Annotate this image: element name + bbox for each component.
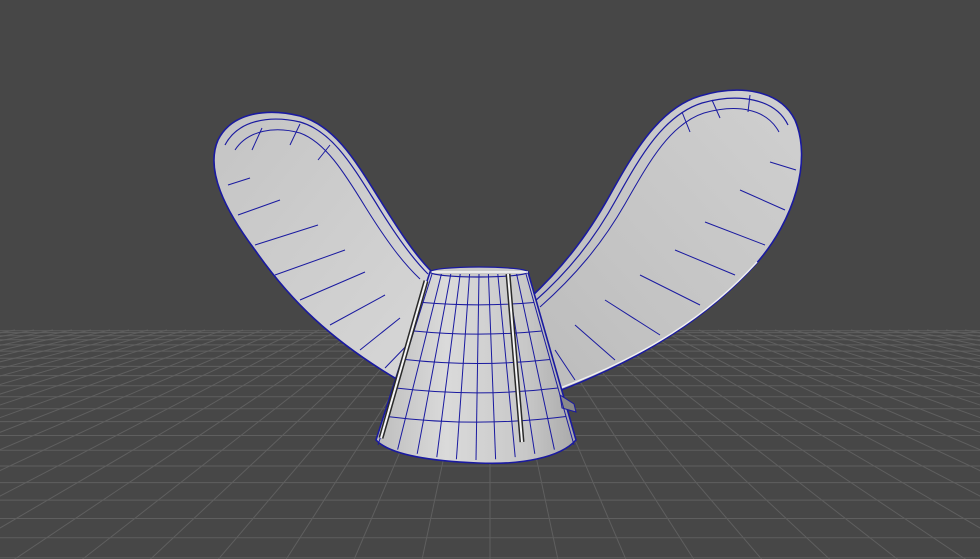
grid-line: [0, 329, 92, 351]
grid-line: [622, 329, 966, 559]
grid-line: [850, 329, 980, 363]
grid-line: [149, 329, 396, 559]
viewport-canvas[interactable]: [0, 0, 980, 559]
grid-line: [641, 329, 980, 529]
grid-line: [0, 329, 187, 385]
grid-line: [755, 329, 980, 406]
left-wing[interactable]: [213, 111, 433, 383]
maya-viewport[interactable]: [0, 0, 980, 559]
grid-line: [926, 329, 980, 342]
grid-line: [0, 329, 301, 472]
grid-line: [660, 329, 980, 497]
grid-line: [0, 329, 320, 497]
grid-line: [0, 329, 73, 346]
left-wing-surface: [213, 111, 433, 383]
grid-line: [907, 329, 980, 346]
grid-line: [888, 329, 980, 351]
grid-line: [81, 329, 377, 559]
grid-line: [0, 329, 225, 406]
wing-nut-mesh[interactable]: [213, 89, 803, 465]
grid-line: [0, 329, 149, 370]
grid-line: [0, 329, 339, 529]
grid-line: [679, 329, 980, 472]
grid-line: [14, 329, 358, 559]
grid-line: [603, 329, 899, 559]
grid-line: [0, 329, 130, 363]
grid-line: [717, 329, 980, 433]
grid-line: [0, 329, 54, 342]
grid-line: [0, 329, 263, 433]
grid-line: [584, 329, 831, 559]
grid-line: [793, 329, 980, 385]
grid-line: [831, 329, 980, 370]
